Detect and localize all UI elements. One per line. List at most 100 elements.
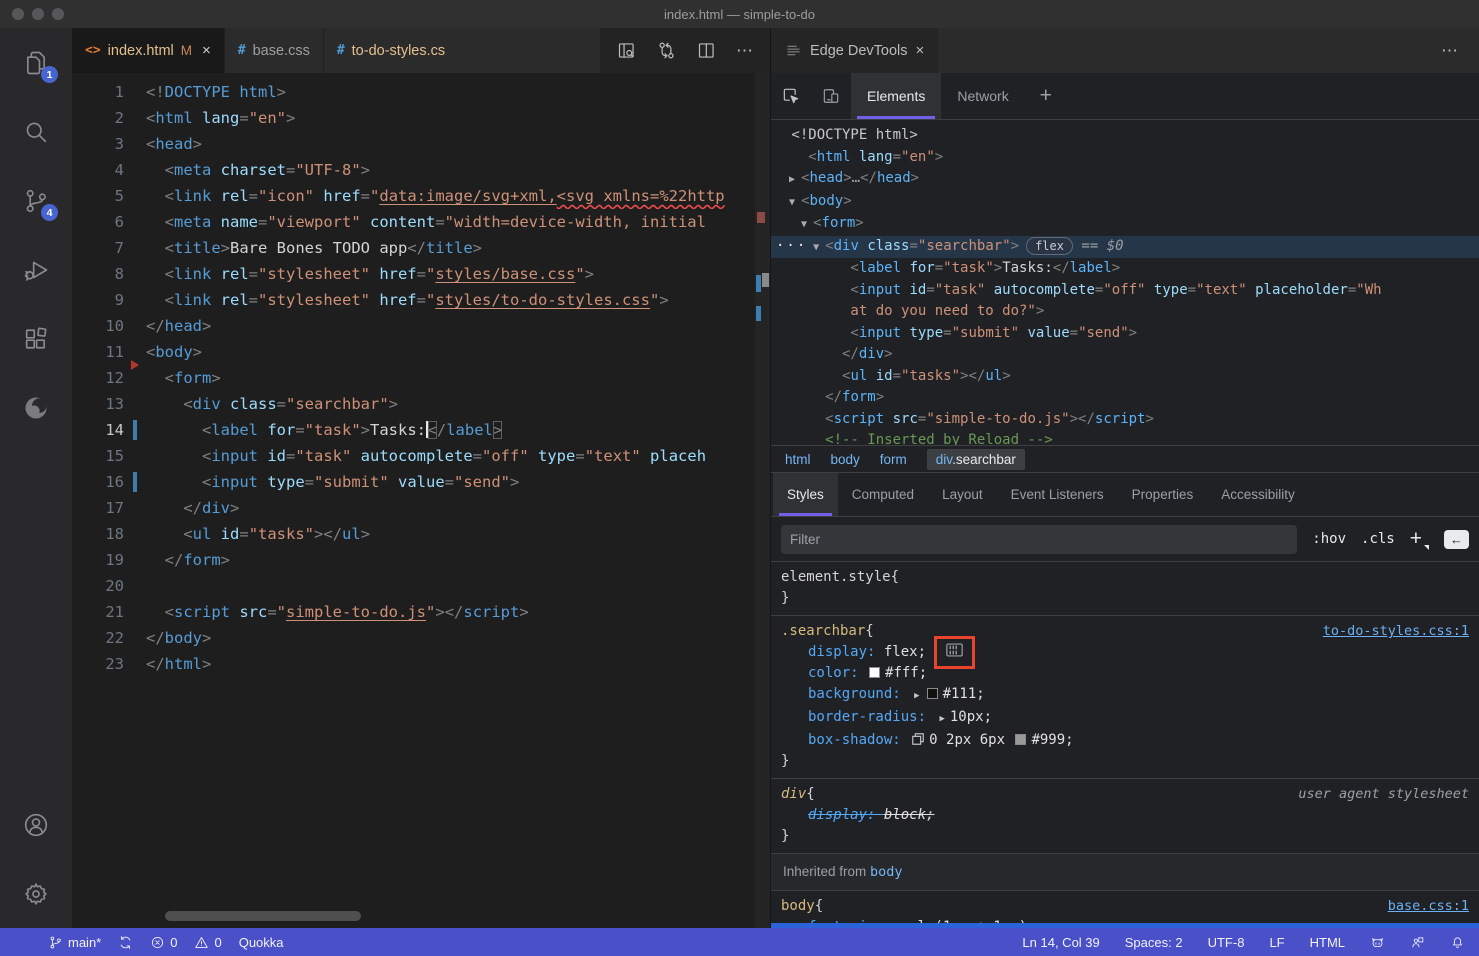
activity-edge-icon[interactable] [0,373,72,442]
dom-node[interactable]: ▶ <head>…</head> [771,168,1479,191]
code-line[interactable]: 19 </form> [72,547,770,573]
code-line[interactable]: 5 <link rel="icon" href="data:image/svg+… [72,183,770,209]
shadow-editor-icon[interactable] [911,732,925,746]
css-selector[interactable]: div [781,784,806,805]
stylesheet-link[interactable]: base.css:1 [1388,896,1469,917]
dom-node[interactable]: <input type="submit" value="send"> [771,323,1479,345]
code-editor[interactable]: 1<!DOCTYPE html>2<html lang="en">3<head>… [72,73,770,928]
code-line[interactable]: 10</head> [72,313,770,339]
device-emulation-icon[interactable] [811,73,851,119]
dom-node[interactable]: </form> [771,387,1479,409]
new-style-rule-button[interactable]: + [1410,527,1429,551]
code-line[interactable]: 17 </div> [72,495,770,521]
css-declaration[interactable]: color: #fff; [781,663,1469,684]
code-line[interactable]: 14 <label for="task">Tasks:</label> [72,417,770,443]
activity-account-icon[interactable] [0,790,72,859]
preview-icon[interactable] [616,40,637,61]
css-declaration[interactable]: display: block; [781,805,1469,826]
error-item[interactable]: 0 [150,935,177,950]
tab-index-html[interactable]: <>index.htmlM× [72,28,225,73]
dock-sidebar-icon[interactable]: ← [1444,530,1469,549]
activity-settings-icon[interactable] [0,859,72,928]
window-controls[interactable] [12,8,64,20]
breadcrumb-item-current[interactable]: div.searchbar [927,449,1025,470]
expand-icon[interactable]: ▶ [939,714,944,724]
dom-node[interactable]: at do you need to do?"> [771,301,1479,323]
bell-icon[interactable] [1450,935,1465,950]
horizontal-scrollbar[interactable] [165,911,361,921]
dom-node[interactable]: <script src="simple-to-do.js"></script> [771,409,1479,431]
flexbox-editor-icon[interactable] [946,643,963,657]
dom-node[interactable]: <html lang="en"> [771,147,1479,169]
tab-to-do-styles-cs[interactable]: #to-do-styles.cs [324,28,458,73]
styles-tab-computed[interactable]: Computed [838,473,928,516]
dom-node[interactable]: <!-- Inserted by Reload --> [771,430,1479,446]
dom-node[interactable]: </div> [771,344,1479,366]
stylesheet-link[interactable]: to-do-styles.css:1 [1323,621,1469,642]
expand-icon[interactable]: ▶ [914,691,919,701]
flex-badge[interactable]: flex [1026,237,1073,255]
status-lf[interactable]: LF [1269,935,1284,950]
styles-tab-properties[interactable]: Properties [1118,473,1208,516]
css-declaration[interactable]: background: ▶#111; [781,684,1469,707]
tab-base-css[interactable]: #base.css [225,28,324,73]
breadcrumb-item-form[interactable]: form [880,452,907,467]
code-line[interactable]: 23</html> [72,651,770,677]
more-actions-icon[interactable]: ⋯ [1441,41,1479,61]
pseudo-state-toggle[interactable]: :hov [1312,531,1346,547]
css-selector[interactable]: element.style [781,567,891,588]
devtools-tab-elements[interactable]: Elements [851,73,941,119]
code-line[interactable]: 8 <link rel="stylesheet" href="styles/ba… [72,261,770,287]
close-icon[interactable]: × [202,42,211,59]
status-html[interactable]: HTML [1310,935,1345,950]
code-line[interactable]: 20 [72,573,770,599]
sync-icon[interactable] [118,935,133,950]
dom-node[interactable]: <input id="task" autocomplete="off" type… [771,280,1479,302]
code-line[interactable]: 15 <input id="task" autocomplete="off" t… [72,443,770,469]
css-declaration[interactable]: display: flex; [781,642,1469,663]
css-declaration[interactable]: box-shadow: 0 2px 6px #999; [781,730,1469,751]
activity-search-icon[interactable] [0,97,72,166]
branch-item[interactable]: main* [48,935,101,950]
styles-tab-layout[interactable]: Layout [928,473,997,516]
code-line[interactable]: 21 <script src="simple-to-do.js"></scrip… [72,599,770,625]
dom-node[interactable]: ··· ▼ <div class="searchbar">flex == $0 [771,236,1479,259]
warning-item[interactable]: 0 [194,935,221,950]
code-line[interactable]: 1<!DOCTYPE html> [72,79,770,105]
code-line[interactable]: 11<body> [72,339,770,365]
dom-node[interactable]: <!DOCTYPE html> [771,125,1479,147]
color-swatch[interactable] [927,688,938,699]
status-quokka[interactable]: Quokka [239,935,284,950]
dom-node[interactable]: ▼ <form> [771,213,1479,236]
open-changes-icon[interactable] [656,40,677,61]
filter-input[interactable] [781,525,1297,554]
status-spaces-2[interactable]: Spaces: 2 [1125,935,1183,950]
code-line[interactable]: 18 <ul id="tasks"></ul> [72,521,770,547]
status-utf-8[interactable]: UTF-8 [1208,935,1245,950]
activity-run-debug-icon[interactable] [0,235,72,304]
code-line[interactable]: 4 <meta charset="UTF-8"> [72,157,770,183]
styles-tab-accessibility[interactable]: Accessibility [1207,473,1309,516]
code-line[interactable]: 22</body> [72,625,770,651]
tab-edge-devtools[interactable]: Edge DevTools × [771,28,938,73]
split-editor-icon[interactable] [696,40,717,61]
styles-tab-styles[interactable]: Styles [773,473,838,516]
styles-tab-event-listeners[interactable]: Event Listeners [997,473,1118,516]
code-line[interactable]: 2<html lang="en"> [72,105,770,131]
inherited-target-link[interactable]: body [870,864,903,880]
activity-files-icon[interactable]: 1 [0,28,72,97]
class-toggle[interactable]: .cls [1361,531,1395,547]
activity-extensions-icon[interactable] [0,304,72,373]
code-line[interactable]: 12 <form> [72,365,770,391]
dom-node[interactable]: <ul id="tasks"></ul> [771,366,1479,388]
status-ln-14-col-39[interactable]: Ln 14, Col 39 [1022,935,1099,950]
feedback-icon[interactable] [1410,935,1425,950]
css-declaration[interactable]: border-radius: ▶10px; [781,707,1469,730]
code-line[interactable]: 3<head> [72,131,770,157]
close-icon[interactable]: × [916,42,925,59]
code-line[interactable]: 6 <meta name="viewport" content="width=d… [72,209,770,235]
add-tab-icon[interactable]: + [1025,73,1067,119]
breadcrumb-item-body[interactable]: body [831,452,860,467]
css-selector[interactable]: body [781,896,815,917]
code-line[interactable]: 9 <link rel="stylesheet" href="styles/to… [72,287,770,313]
